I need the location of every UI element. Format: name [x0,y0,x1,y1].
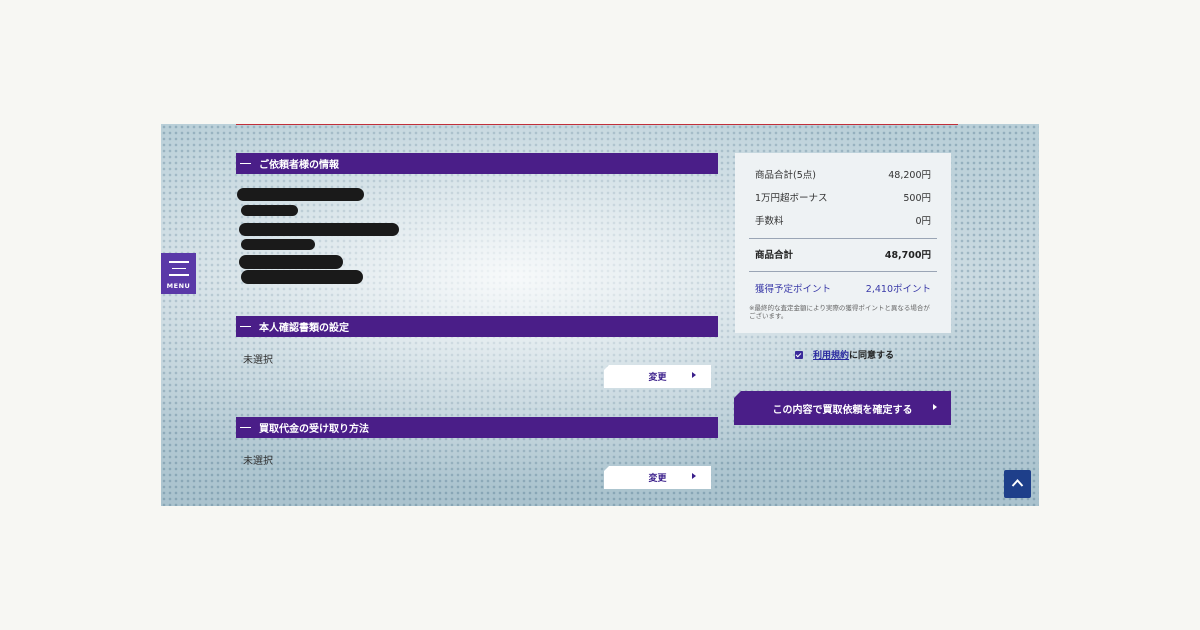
order-summary: 商品合計(5点) 48,200円 1万円超ボーナス 500円 手数料 0円 商品… [735,153,951,333]
agree-checkbox[interactable] [795,350,803,359]
header-rule [236,124,958,125]
summary-row-points: 獲得予定ポイント 2,410ポイント [755,284,931,295]
summary-row-subtotal: 商品合計(5点) 48,200円 [755,170,931,181]
payment-status: 未選択 [243,456,273,467]
confirm-request-button[interactable]: この内容で買取依頼を確定する [734,391,951,425]
back-to-top-button[interactable] [1004,470,1031,498]
button-label: この内容で買取依頼を確定する [772,404,913,416]
dash-icon [240,162,251,165]
summary-row-total: 商品合計 48,700円 [755,250,931,261]
terms-link[interactable]: 利用規約 [813,348,849,361]
page-screenshot: ご依頼者様の情報 本人確認書類の設定 未選択 変更 買取代金の受け取り方法 未選… [161,124,1039,506]
summary-divider [749,238,937,239]
section-header-requester: ご依頼者様の情報 [236,153,718,174]
button-label: 変更 [648,373,667,383]
hamburger-icon [168,261,189,263]
summary-row-bonus: 1万円超ボーナス 500円 [755,193,931,204]
change-identity-button[interactable]: 変更 [604,365,711,388]
button-label: 変更 [648,474,667,484]
chevron-up-icon [1011,479,1024,487]
section-title: 本人確認書類の設定 [259,323,349,334]
summary-row-fee: 手数料 0円 [755,216,931,227]
identity-status: 未選択 [243,355,273,366]
points-note: ※最終的な査定金額により実際の獲得ポイントと異なる場合がございます。 [749,304,930,320]
caret-right-icon [692,372,696,378]
dash-icon [240,325,251,328]
menu-button[interactable]: MENU [161,253,196,294]
agree-label: に同意する [849,351,895,361]
caret-right-icon [933,404,937,410]
section-title: ご依頼者様の情報 [259,160,339,171]
change-payment-button[interactable]: 変更 [604,466,711,489]
terms-agreement: 利用規約 に同意する [795,348,894,361]
menu-label: MENU [166,281,191,290]
section-header-identity: 本人確認書類の設定 [236,316,718,337]
summary-divider [749,271,937,272]
dash-icon [240,426,251,429]
section-header-payment: 買取代金の受け取り方法 [236,417,718,438]
caret-right-icon [692,473,696,479]
section-title: 買取代金の受け取り方法 [259,424,369,435]
